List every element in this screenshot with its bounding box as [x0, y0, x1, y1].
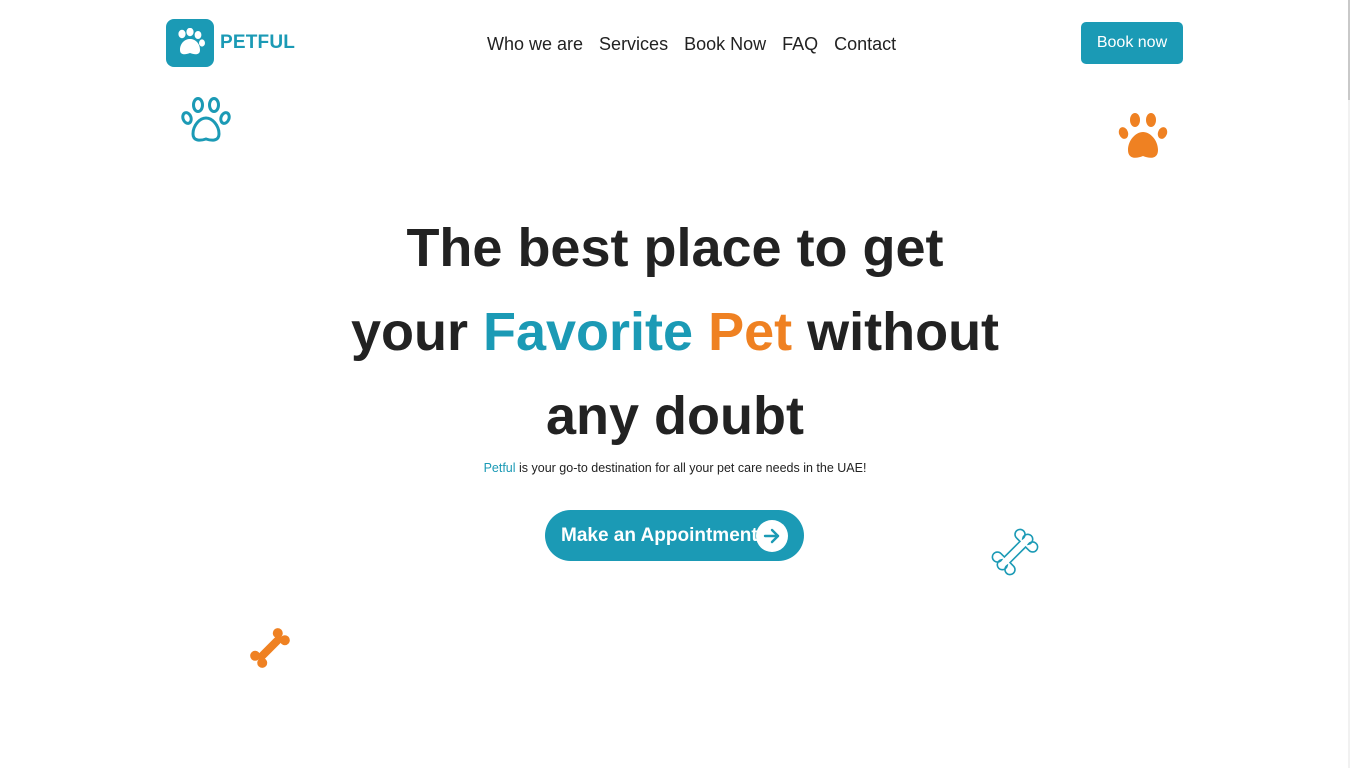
paw-solid-icon [1118, 112, 1168, 165]
hero-line-1: The best place to get [406, 218, 944, 278]
nav-contact[interactable]: Contact [834, 32, 896, 56]
hero-line-3: any doubt [546, 386, 804, 446]
make-appointment-label: Make an Appointment [561, 524, 758, 546]
nav-who-we-are[interactable]: Who we are [487, 32, 583, 56]
book-now-button[interactable]: Book now [1081, 22, 1183, 64]
paw-outline-icon [181, 96, 231, 149]
tagline-text: is your go-to destination for all your p… [515, 461, 867, 475]
page: PETFUL Who we are Services Book Now FAQ … [0, 0, 1350, 768]
hero-highlight-favorite: Favorite [482, 302, 694, 362]
nav-book-now[interactable]: Book Now [684, 32, 766, 56]
main-nav: Who we are Services Book Now FAQ Contact [487, 32, 896, 56]
hero-highlight-pet: Pet [708, 302, 793, 362]
arrow-right-icon [756, 520, 788, 552]
hero-line-2-start: your [350, 302, 483, 362]
hero-line-2: your Favorite Pet without [0, 290, 1350, 374]
tagline-brand: Petful [483, 461, 516, 475]
paw-logo-icon [166, 19, 214, 67]
nav-services[interactable]: Services [599, 32, 668, 56]
hero-heading: The best place to get your Favorite Pet … [0, 206, 1350, 458]
nav-faq[interactable]: FAQ [782, 32, 818, 56]
bone-solid-icon [245, 623, 295, 678]
brand-name: PETFUL [220, 32, 296, 53]
logo-link[interactable]: PETFUL [166, 19, 295, 67]
bone-outline-icon [990, 527, 1040, 582]
hero-line-2-space [693, 302, 708, 362]
hero-line-2-end: without [792, 302, 1000, 362]
make-appointment-button[interactable]: Make an Appointment [545, 510, 804, 561]
hero-tagline: Petful is your go-to destination for all… [0, 460, 1350, 476]
